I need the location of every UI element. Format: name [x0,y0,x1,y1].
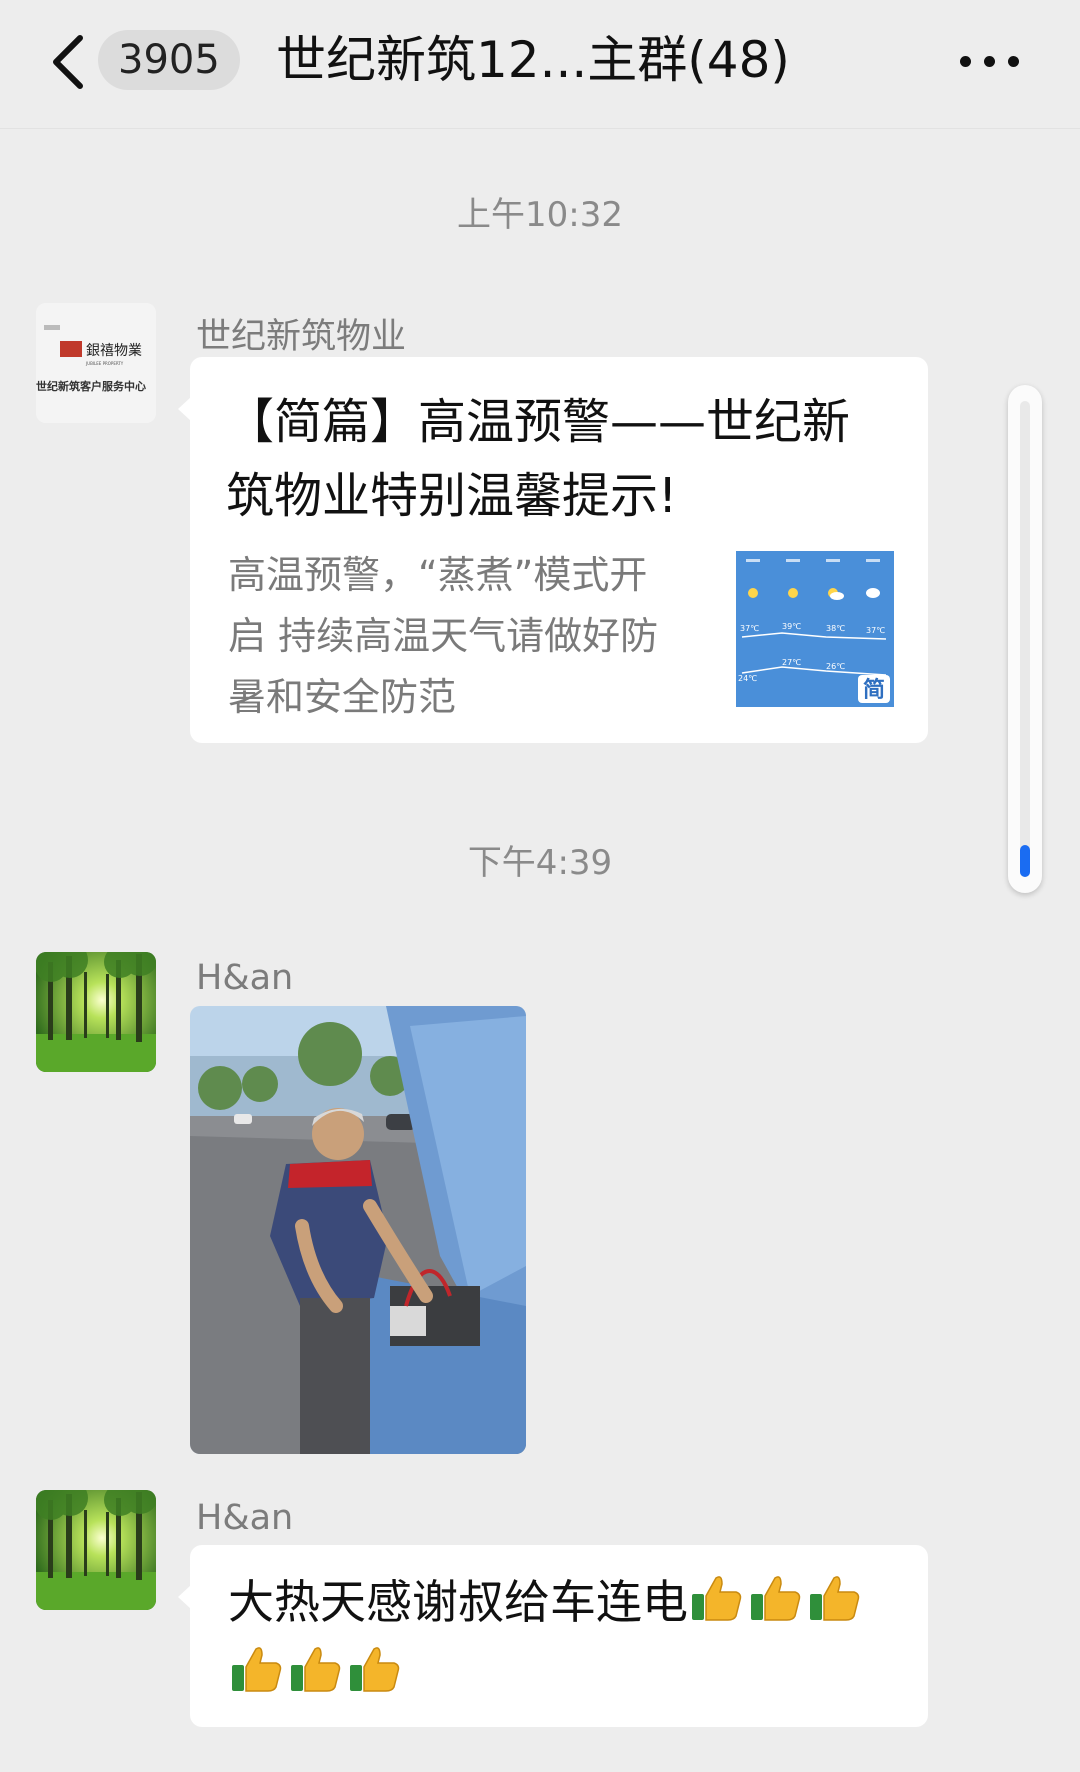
avatar[interactable]: 銀禧物業 JUBILEE PROPERTY 世纪新筑客户服务中心 [36,303,156,423]
photo-man-charging-car-battery [190,1006,526,1454]
thumbs-up-icon [291,1647,341,1692]
thumbs-up-icon [692,1576,742,1621]
message-timestamp: 上午10:32 [457,195,623,235]
sender-name: H&an [196,1498,294,1538]
thumbs-up-icon [810,1576,860,1621]
temp-label: 39℃ [782,622,801,631]
temp-label: 24℃ [738,674,757,683]
sender-name: 世纪新筑物业 [196,317,407,357]
chat-title: 世纪新筑12...主群(48) [276,31,790,89]
scroll-track [1020,401,1030,877]
article-thumbnail: 37℃ 39℃ 38℃ 37℃ 24℃ 27℃ 26℃ 简 [736,551,894,707]
temp-label: 26℃ [826,662,845,671]
thumbs-up-icon [751,1576,801,1621]
message-text: 大热天感谢叔给车连电 [228,1567,908,1709]
thumbs-up-icon [232,1647,282,1692]
message-timestamp: 下午4:39 [467,843,613,883]
temp-label: 37℃ [866,626,885,635]
text-message-bubble[interactable]: 大热天感谢叔给车连电 [178,1545,928,1727]
property-logo-icon: 銀禧物業 JUBILEE PROPERTY 世纪新筑客户服务中心 [36,303,156,423]
thumbs-up-icon [350,1647,400,1692]
logo-text: 銀禧物業 [86,343,142,359]
avatar[interactable] [36,1490,156,1610]
article-card[interactable]: 【简篇】高温预警——世纪新筑物业特别温馨提示! 高温预警，“蒸煮”模式开启 持续… [178,357,928,743]
avatar[interactable] [36,952,156,1072]
logo-caption: 世纪新筑客户服务中心 [36,379,146,393]
article-title: 【简篇】高温预警——世纪新筑物业特别温馨提示! [226,394,851,524]
more-options-icon[interactable] [960,50,1022,74]
forest-avatar-icon [36,1490,156,1610]
unread-count-badge[interactable]: 3905 [98,30,240,90]
logo-subtext: JUBILEE PROPERTY [85,361,124,366]
photo-message[interactable] [190,1006,526,1454]
article-description: 高温预警，“蒸煮”模式开启 持续高温天气请做好防暑和安全防范 [228,553,659,719]
forest-avatar-icon [36,952,156,1072]
sender-name: H&an [196,958,294,998]
app-badge: 简 [863,677,885,703]
temp-label: 37℃ [740,624,759,633]
chat-header: 3905 世纪新筑12...主群(48) [0,0,1080,129]
back-icon[interactable] [46,30,90,94]
temp-label: 38℃ [826,624,845,633]
fast-scroll-bar[interactable] [1008,385,1042,893]
temp-label: 27℃ [782,658,801,667]
message-body: 大热天感谢叔给车连电 [228,1575,688,1629]
